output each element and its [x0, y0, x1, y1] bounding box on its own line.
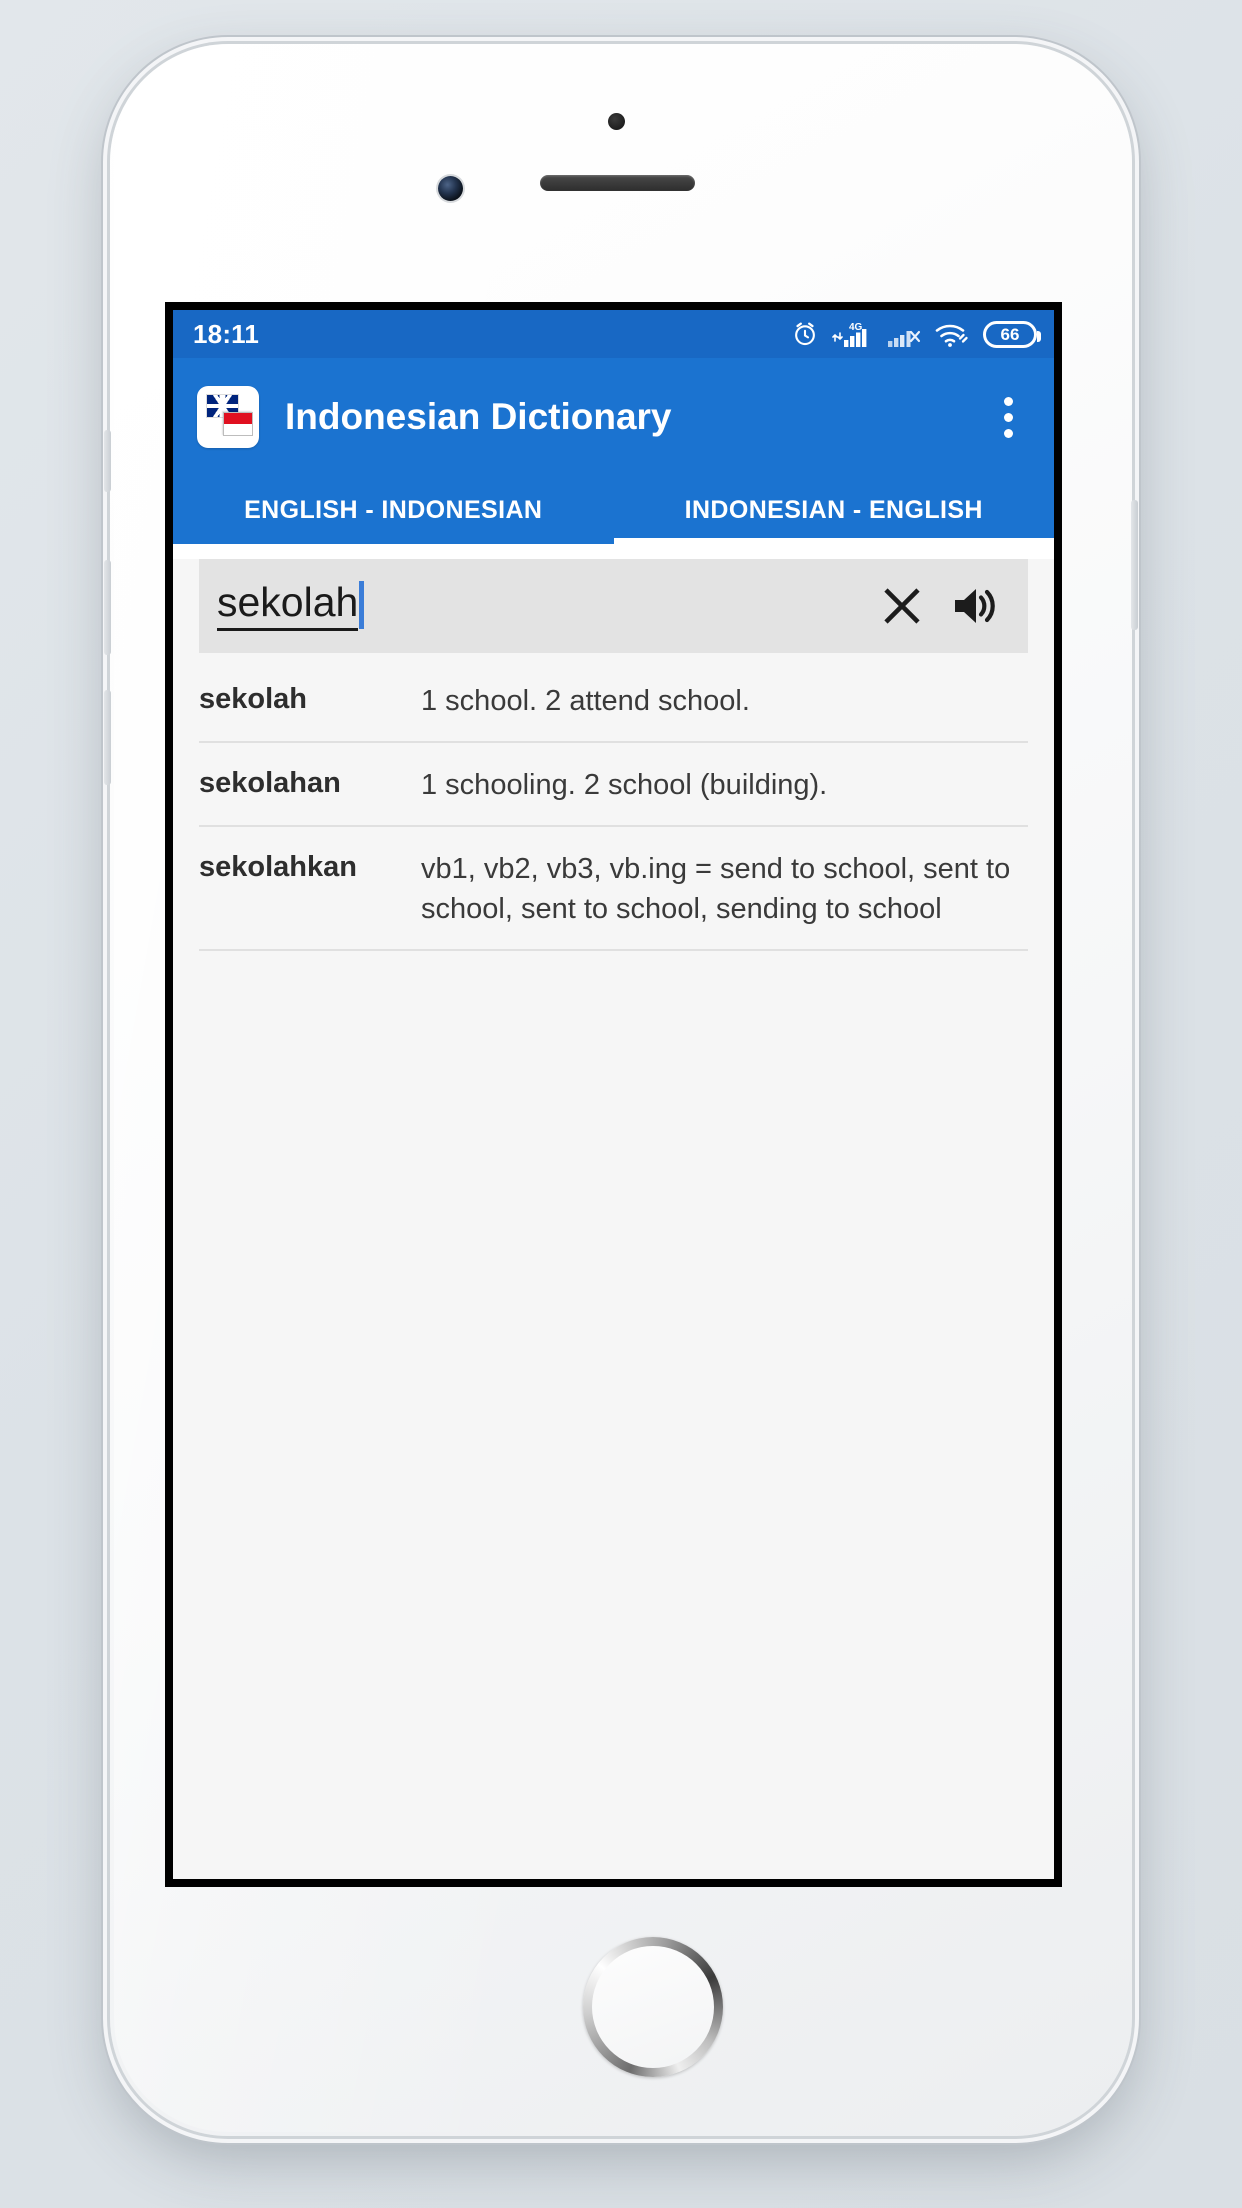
- speaker-icon[interactable]: [948, 578, 1004, 634]
- status-bar-icons: 4G 66: [791, 319, 1041, 349]
- result-definition: vb1, vb2, vb3, vb.ing = send to school, …: [421, 853, 1011, 926]
- table-row[interactable]: sekolah 1 school. 2 attend school.: [199, 659, 1028, 744]
- text-cursor: [359, 581, 365, 630]
- status-bar-clock: 18:11: [193, 318, 260, 349]
- front-camera-icon: [438, 176, 463, 201]
- proximity-sensor-icon: [608, 113, 625, 130]
- overflow-dot: [1003, 396, 1013, 406]
- wifi-icon: [934, 320, 970, 348]
- alarm-clock-icon: [791, 320, 819, 348]
- result-definition: 1 schooling. 2 school (building).: [421, 769, 828, 802]
- status-bar: 18:11 4G 66: [173, 310, 1054, 358]
- signal-4g-icon: 4G: [832, 319, 874, 349]
- result-term: sekolah: [199, 683, 307, 715]
- tab-indonesian-english[interactable]: INDONESIAN - ENGLISH: [613, 476, 1055, 544]
- search-input-value: sekolah: [217, 580, 359, 632]
- battery-icon: 66: [983, 320, 1041, 348]
- overflow-menu-icon[interactable]: [986, 386, 1030, 448]
- home-button[interactable]: [583, 1937, 723, 2077]
- overflow-dot: [1003, 412, 1013, 422]
- result-term: sekolahan: [199, 767, 341, 800]
- overflow-dot: [1003, 428, 1013, 438]
- tab-english-indonesian[interactable]: ENGLISH - INDONESIAN: [173, 476, 614, 544]
- search-bar: sekolah: [199, 559, 1028, 653]
- app-logo-icon: [197, 386, 259, 448]
- silent-switch-button[interactable]: [104, 430, 111, 492]
- table-row[interactable]: sekolahan 1 schooling. 2 school (buildin…: [199, 743, 1028, 828]
- signal-secondary-icon: [887, 319, 921, 349]
- results-list: sekolah 1 school. 2 attend school. sekol…: [199, 653, 1028, 952]
- earpiece-speaker-icon: [540, 175, 695, 191]
- close-icon[interactable]: [874, 578, 930, 634]
- table-row[interactable]: sekolahkan vb1, vb2, vb3, vb.ing = send …: [199, 827, 1028, 952]
- power-button[interactable]: [1131, 500, 1138, 630]
- svg-text:4G: 4G: [849, 322, 863, 333]
- volume-down-button[interactable]: [104, 690, 111, 785]
- result-definition: 1 school. 2 attend school.: [421, 685, 750, 717]
- result-term: sekolahkan: [199, 851, 357, 884]
- app-bar: Indonesian Dictionary: [173, 358, 1054, 476]
- indonesia-flag-icon: [223, 412, 253, 436]
- search-input[interactable]: sekolah: [217, 580, 874, 632]
- volume-up-button[interactable]: [104, 560, 111, 655]
- tab-bar: ENGLISH - INDONESIAN INDONESIAN - ENGLIS…: [173, 476, 1054, 544]
- phone-screen: 18:11 4G 66 Indonesian Dictionary ENGLIS…: [165, 302, 1062, 1887]
- battery-level-label: 66: [1000, 324, 1020, 344]
- main-content: sekolah sekolah 1 school. 2 attend schoo…: [173, 559, 1054, 1879]
- page-title: Indonesian Dictionary: [285, 396, 672, 437]
